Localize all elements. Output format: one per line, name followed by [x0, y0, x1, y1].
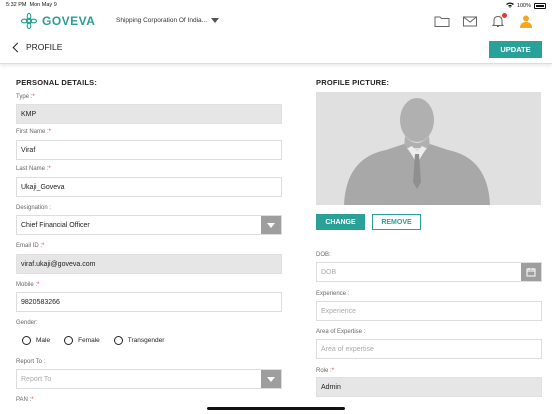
report-to-placeholder: Report To: [21, 375, 52, 383]
chevron-down-icon: [211, 18, 220, 23]
pan-label: PAN :*: [16, 397, 34, 403]
wifi-icon: [505, 2, 514, 10]
change-picture-button[interactable]: CHANGE: [316, 214, 365, 230]
gender-option-male[interactable]: Male: [22, 336, 50, 345]
designation-label: Designation :: [16, 205, 52, 211]
radio-icon: [113, 336, 123, 345]
status-right: 100%: [505, 2, 546, 10]
remove-picture-button[interactable]: REMOVE: [372, 214, 421, 230]
user-avatar-icon[interactable]: [518, 14, 534, 28]
notification-bell-icon[interactable]: [490, 13, 507, 28]
status-time: 5:32 PM Mon May 9: [6, 2, 57, 8]
chevron-left-icon: [12, 42, 23, 52]
report-to-select[interactable]: Report To: [16, 369, 282, 389]
profile-picture-title: PROFILE PICTURE:: [316, 78, 390, 87]
back-button[interactable]: PROFILE: [12, 42, 63, 52]
personal-details-title: PERSONAL DETAILS:: [16, 78, 98, 87]
company-name: Shipping Corporation Of India...: [116, 17, 208, 24]
report-to-label: Report To :: [16, 359, 46, 365]
type-label: Type :*: [16, 94, 35, 100]
top-icons: [434, 13, 534, 28]
update-button[interactable]: UPDATE: [489, 41, 542, 58]
mobile-label: Mobile :*: [16, 282, 40, 288]
email-field: viraf.ukaji@goveva.com: [16, 254, 282, 274]
dob-field[interactable]: DOB: [316, 262, 542, 282]
status-bar: 5:32 PM Mon May 9 100%: [0, 0, 552, 10]
radio-icon: [22, 336, 31, 345]
expertise-field[interactable]: Area of expertise: [316, 339, 542, 359]
goveva-logo-icon: [20, 12, 38, 30]
role-label: Role :*: [316, 368, 335, 374]
notification-badge: [502, 13, 507, 18]
home-indicator: [207, 407, 345, 410]
experience-field[interactable]: Experience: [316, 301, 542, 321]
designation-value: Chief Financial Officer: [21, 221, 90, 229]
last-name-label: Last Name :*: [16, 166, 51, 172]
folder-icon[interactable]: [434, 14, 450, 28]
calendar-icon[interactable]: [521, 263, 541, 281]
logo-text: GOVEVA: [42, 14, 96, 28]
type-field: KMP: [16, 104, 282, 124]
gender-option-transgender[interactable]: Transgender: [113, 336, 164, 345]
dob-placeholder: DOB: [321, 268, 337, 276]
logo: GOVEVA: [20, 12, 95, 30]
dropdown-arrow-icon[interactable]: [261, 370, 281, 388]
profile-picture: [316, 92, 541, 205]
last-name-field[interactable]: Ukaji_Goveva: [16, 177, 282, 197]
app-bar: GOVEVA Shipping Corporation Of India...: [0, 10, 552, 34]
designation-select[interactable]: Chief Financial Officer: [16, 215, 282, 235]
battery-percent: 100%: [516, 3, 531, 9]
company-selector[interactable]: Shipping Corporation Of India...: [116, 17, 220, 24]
expertise-label: Area of Expertise :: [316, 329, 366, 335]
sub-header: PROFILE UPDATE: [0, 34, 552, 64]
gender-radio-group: Male Female Transgender: [22, 336, 178, 345]
gender-option-female[interactable]: Female: [64, 336, 100, 345]
back-label: PROFILE: [26, 42, 63, 52]
person-silhouette-icon: [316, 92, 541, 205]
role-field: Admin: [316, 377, 542, 397]
gender-label: Gender:: [16, 320, 38, 326]
dob-label: DOB:: [316, 252, 331, 258]
mobile-field[interactable]: 9820583266: [16, 292, 282, 312]
first-name-label: First Name :*: [16, 129, 52, 135]
experience-label: Experience :: [316, 291, 350, 297]
mail-icon[interactable]: [462, 14, 478, 28]
dropdown-arrow-icon[interactable]: [261, 216, 281, 234]
radio-icon: [64, 336, 74, 345]
battery-icon: [534, 3, 546, 9]
first-name-field[interactable]: Viraf: [16, 140, 282, 160]
email-label: Email ID :*: [16, 243, 45, 249]
